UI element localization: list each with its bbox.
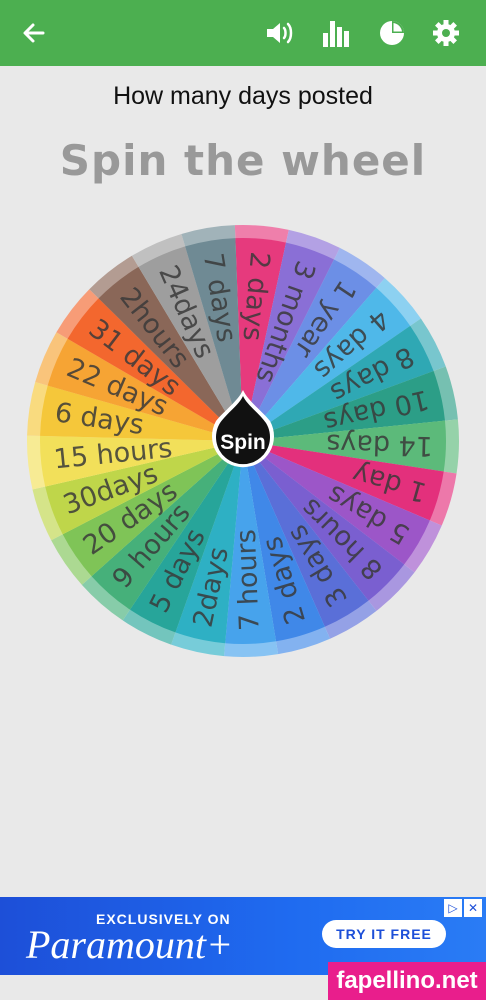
top-app-bar	[0, 0, 486, 66]
spin-wheel[interactable]: 2 days3 months1 year4 days8 days10 days1…	[0, 215, 486, 675]
system-nav-bar	[0, 975, 328, 1000]
gear-icon[interactable]	[428, 15, 464, 51]
wheel-segment-label: 14 days	[326, 428, 433, 462]
bar-chart-icon[interactable]	[318, 15, 354, 51]
ad-info-icon[interactable]: ▷	[444, 899, 462, 917]
ad-brand: Paramount+	[26, 922, 233, 967]
wheel-question: How many days posted	[113, 82, 373, 110]
watermark: fapellino.net	[328, 962, 486, 1000]
ad-cta-button[interactable]: TRY IT FREE	[322, 920, 446, 948]
pie-chart-icon[interactable]	[374, 15, 410, 51]
adchoices-icon[interactable]: ▷ ✕	[444, 899, 482, 917]
arrow-left-icon[interactable]	[16, 15, 52, 51]
wheel-segment-label: 7 hours	[231, 529, 266, 632]
spin-label: Spin	[220, 431, 266, 454]
volume-icon[interactable]	[262, 15, 298, 51]
ad-close-icon[interactable]: ✕	[464, 899, 482, 917]
page-title: Spin the wheel	[59, 136, 427, 185]
